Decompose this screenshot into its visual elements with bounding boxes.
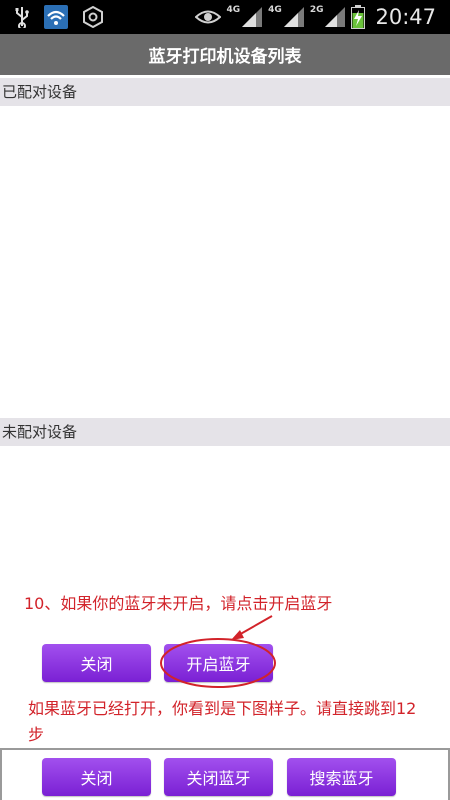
close-button[interactable]: 关闭 <box>42 758 151 796</box>
open-bluetooth-button[interactable]: 开启蓝牙 <box>164 644 273 682</box>
status-time: 20:47 <box>375 5 436 29</box>
search-bluetooth-button[interactable]: 搜索蓝牙 <box>287 758 396 796</box>
battery-charging-icon <box>351 5 366 29</box>
status-left <box>14 0 104 34</box>
step-annotation: 10、如果你的蓝牙未开启，请点击开启蓝牙 <box>24 594 333 613</box>
paired-devices-header: 已配对设备 <box>0 78 450 106</box>
network-type-label: 4G <box>226 4 241 15</box>
status-right: 4G 4G 2G 20:47 <box>194 0 436 34</box>
sync-icon <box>83 6 103 28</box>
network-type-label: 2G <box>309 4 324 15</box>
title-bar: 蓝牙打印机设备列表 <box>0 34 450 75</box>
info-annotation: 如果蓝牙已经打开，你看到是下图样子。请直接跳到12步 <box>28 699 417 744</box>
network-type-label: 4G <box>268 4 282 15</box>
usb-icon <box>15 7 29 28</box>
eye-icon <box>194 10 221 24</box>
signal-icon <box>242 7 263 27</box>
signal-icon <box>325 7 346 27</box>
paired-devices-list[interactable] <box>0 106 450 416</box>
arrow-head <box>231 630 244 640</box>
close-button[interactable]: 关闭 <box>42 644 151 682</box>
unpaired-devices-list[interactable] <box>0 446 450 586</box>
wifi-icon <box>44 5 68 29</box>
arrow-line <box>236 615 273 637</box>
signal-icon <box>283 7 304 27</box>
close-bluetooth-button[interactable]: 关闭蓝牙 <box>164 758 273 796</box>
status-bar: 4G 4G 2G 20:47 <box>0 0 450 34</box>
page-title: 蓝牙打印机设备列表 <box>148 47 302 67</box>
unpaired-devices-header: 未配对设备 <box>0 418 450 446</box>
